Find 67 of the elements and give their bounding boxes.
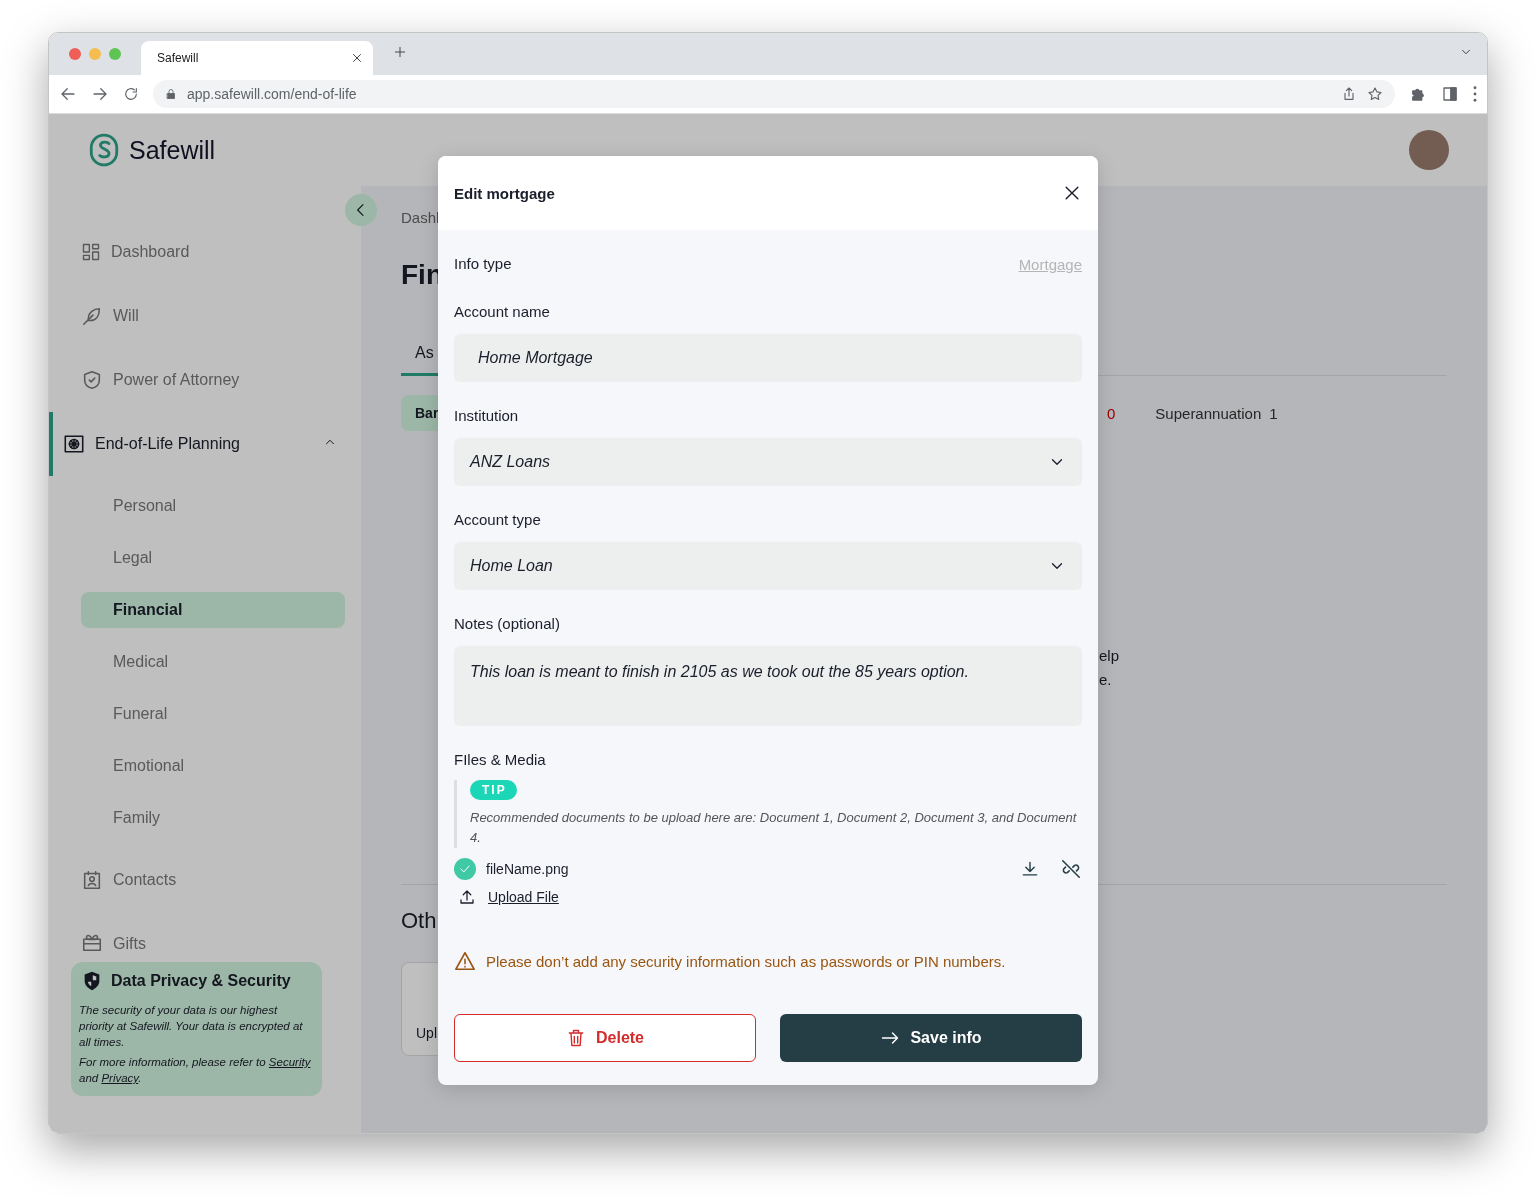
select-field[interactable]: ANZ Loans (454, 438, 1082, 486)
input-field[interactable]: Home Mortgage (454, 334, 1082, 382)
contact-card-icon (81, 869, 103, 891)
field-label: Info type (454, 254, 512, 274)
close-icon (351, 52, 363, 64)
field-label: Institution (454, 406, 520, 426)
browser-tab[interactable]: Safewill (141, 41, 373, 75)
lock-icon (165, 88, 177, 100)
tip-badge: TIP (470, 780, 517, 800)
star-icon (1367, 86, 1383, 102)
logo-icon (87, 133, 121, 167)
more-icon (1473, 86, 1477, 102)
download-icon (1020, 859, 1040, 879)
plus-icon (393, 45, 407, 59)
sidebar-item[interactable]: Contacts (49, 848, 361, 912)
close-window-icon[interactable] (69, 48, 81, 60)
framed-flower-icon (63, 433, 85, 455)
select-field[interactable]: Home Loan (454, 542, 1082, 590)
privacy-text: The security of your data is our highest priority at Safewill. Your data is encrypted at all times. (79, 1003, 304, 1050)
field-label: Account name (454, 302, 551, 322)
section-title: Oth (401, 907, 438, 935)
category-count: 1 (1269, 404, 1278, 422)
category-label[interactable]: Superannuation (1155, 404, 1262, 422)
dashboard-icon (81, 242, 101, 262)
sidebar-subitem[interactable]: Medical (81, 644, 345, 680)
sidebar-subitem[interactable]: Personal (81, 488, 345, 524)
download-button[interactable] (1020, 859, 1040, 879)
help-text: elp (1099, 646, 1121, 666)
warning-icon (454, 950, 476, 972)
sidebar-item[interactable]: Gifts (49, 912, 361, 962)
forward-arrow-icon (91, 85, 109, 103)
category-count: 0 (1107, 404, 1116, 422)
delete-button[interactable]: Delete (454, 1014, 756, 1062)
sidebar-subitem[interactable]: Legal (81, 540, 345, 576)
warning-text: Please don’t add any security information such as passwords or PIN numbers. (486, 952, 1006, 970)
sidebar-subitem[interactable]: Family (81, 800, 345, 836)
back-arrow-icon (59, 85, 77, 103)
address-bar[interactable]: app.safewill.com/end-of-life (153, 80, 1395, 108)
dialog-title: Edit mortgage (454, 184, 555, 202)
logo-text: Safewill (129, 135, 216, 165)
field-label: FIles & Media (454, 750, 547, 770)
privacy-title: Data Privacy & Security (111, 972, 291, 990)
tip-text: Recommended documents to be upload here are: Document 1, Document 2, Document 3, and Document 4. (470, 809, 1078, 847)
sidebar-subitem[interactable]: Funeral (81, 696, 345, 732)
unlink-button[interactable] (1060, 858, 1082, 880)
share-icon (1341, 86, 1357, 102)
sidebar-item[interactable]: Will (49, 284, 361, 348)
field-label: Notes (optional) (454, 614, 561, 634)
notes-field[interactable]: This loan is meant to finish in 2105 as we took out the 85 years option. (454, 646, 1082, 726)
avatar-photo-placeholder[interactable] (1409, 130, 1449, 170)
upload-link[interactable]: Upload File (488, 889, 559, 905)
trash-icon (566, 1028, 586, 1048)
file-name: fileName.png (486, 861, 569, 877)
feather-icon (81, 305, 103, 327)
sidebar-item[interactable]: Power of Attorney (49, 348, 361, 412)
privacy-note: For more information, please refer to Security and Privacy. (79, 1055, 312, 1086)
broken-link-icon (1060, 858, 1082, 880)
sidebar-subitem[interactable]: Emotional (81, 748, 345, 784)
sidebar-subitem[interactable]: Financial (81, 592, 345, 628)
upload-icon (458, 888, 476, 906)
help-text: e. (1099, 670, 1113, 690)
reload-icon (123, 86, 139, 102)
privacy-link[interactable]: Security (268, 1056, 311, 1068)
save-button[interactable]: Save info (780, 1014, 1082, 1062)
shield-check-icon (81, 369, 103, 391)
side-panel-icon (1441, 85, 1459, 103)
field-label: Account type (454, 510, 542, 530)
